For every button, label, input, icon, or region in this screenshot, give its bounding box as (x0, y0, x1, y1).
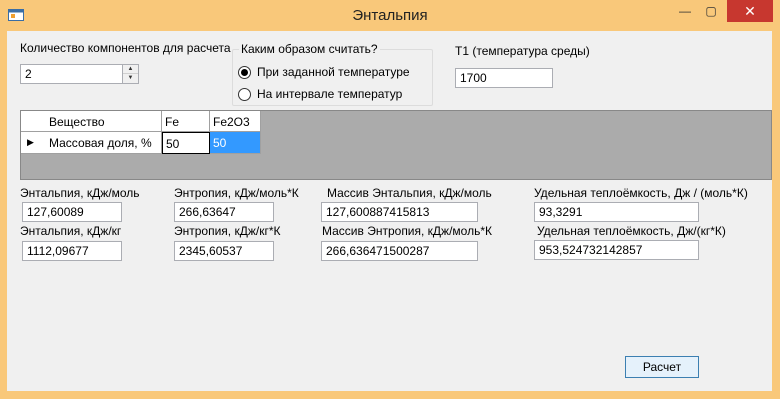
minimize-button[interactable]: — (672, 0, 698, 22)
heat-capacity-mol-field[interactable]: 93,3291 (534, 202, 699, 222)
radio-selected-icon[interactable] (238, 66, 251, 79)
entropy-kg-field[interactable]: 2345,60537 (174, 241, 274, 261)
grid-row-label: Массовая доля, % (21, 132, 162, 154)
maximize-button[interactable]: ▢ (698, 0, 724, 22)
method-legend: Каким образом считать? (239, 42, 380, 56)
grid-column-header[interactable]: Fe (162, 111, 210, 132)
grid-column-header[interactable]: Fe2O3 (210, 111, 261, 132)
heat-capacity-mol-label: Удельная теплоёмкость, Дж / (моль*К) (534, 186, 748, 200)
radio-fixed-temperature[interactable]: При заданной температуре (238, 65, 428, 81)
window-title: Энтальпия (352, 7, 428, 24)
entropy-array-label: Массив Энтропия, кДж/моль*К (322, 224, 492, 238)
grid-cell-fe2o3[interactable]: 50 (210, 132, 261, 154)
radio-temperature-interval[interactable]: На интервале температур (238, 87, 428, 103)
current-row-arrow-icon: ▶ (27, 137, 34, 147)
heat-capacity-kg-label: Удельная теплоёмкость, Дж/(кг*К) (537, 224, 726, 238)
enthalpy-mol-label: Энтальпия, кДж/моль (20, 186, 140, 200)
entropy-array-field[interactable]: 266,636471500287 (321, 241, 478, 261)
components-label: Количество компонентов для расчета (20, 41, 231, 55)
temperature-label: T1 (температура среды) (455, 44, 590, 58)
components-value: 2 (25, 67, 32, 81)
form-client-area: Количество компонентов для расчета 2 ▲ ▼… (7, 31, 772, 391)
stepper-up-icon[interactable]: ▲ (123, 65, 138, 74)
enthalpy-array-label: Массив Энтальпия, кДж/моль (327, 186, 492, 200)
grid-cell-fe[interactable]: 50 (162, 132, 210, 154)
close-button[interactable]: ✕ (727, 0, 773, 22)
stepper-buttons[interactable]: ▲ ▼ (122, 65, 138, 83)
stepper-down-icon[interactable]: ▼ (123, 74, 138, 83)
entropy-kg-label: Энтропия, кДж/кг*К (174, 224, 281, 238)
entropy-mol-field[interactable]: 266,63647 (174, 202, 274, 222)
app-window: Энтальпия — ▢ ✕ Количество компонентов д… (0, 0, 780, 399)
radio-unselected-icon[interactable] (238, 88, 251, 101)
enthalpy-kg-label: Энтальпия, кДж/кг (20, 224, 122, 238)
calculate-button[interactable]: Расчет (625, 356, 699, 378)
radio-interval-label: На интервале температур (257, 87, 403, 101)
enthalpy-mol-field[interactable]: 127,60089 (22, 202, 122, 222)
components-stepper[interactable]: 2 ▲ ▼ (20, 64, 139, 84)
heat-capacity-kg-field[interactable]: 953,524732142857 (534, 240, 699, 260)
radio-fixed-label: При заданной температуре (257, 65, 410, 79)
enthalpy-kg-field[interactable]: 1112,09677 (22, 241, 122, 261)
enthalpy-array-field[interactable]: 127,600887415813 (321, 202, 478, 222)
grid-header-substance: Вещество (21, 111, 162, 132)
entropy-mol-label: Энтропия, кДж/моль*К (174, 186, 299, 200)
composition-grid: Вещество Fe Fe2O3 Массовая доля, % ▶ 50 … (20, 110, 772, 180)
title-bar[interactable]: Энтальпия — ▢ ✕ (0, 0, 780, 32)
temperature-input[interactable]: 1700 (455, 68, 553, 88)
